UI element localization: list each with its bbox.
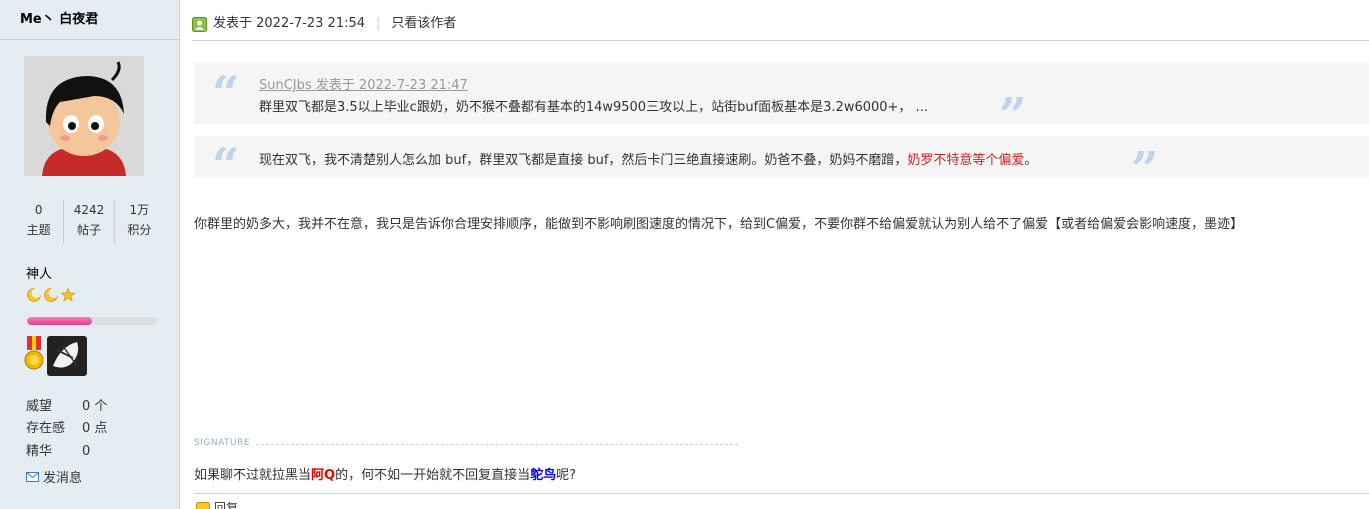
badge-icon[interactable] [47,336,87,376]
presence-label: 存在感 [26,421,66,436]
meta-separator: | [376,16,381,31]
sig-highlight-red: 阿Q [311,468,336,483]
avatar[interactable] [24,56,144,176]
quote-block-1: “ SunCJbs 发表于 2022-7-23 21:47 群里双飞都是3.5以… [194,62,1369,140]
sig-part-1: 如果聊不过就拉黑当 [194,468,312,483]
signature-divider [256,444,738,445]
stat-topics[interactable]: 0 主题 [14,200,65,244]
header-divider [192,40,1369,41]
quote-2-highlight: 奶罗不特意等个偏爱 [907,153,1025,168]
level-progress-bar [27,317,157,325]
stat-posts-count: 4242 [73,203,105,217]
stat-topics-count: 0 [34,203,43,217]
stat-points-label: 积分 [127,223,152,237]
quote-2-end: 。 [1024,153,1038,168]
send-message-label: 发消息 [43,471,83,486]
reputation-label: 威望 [26,399,53,414]
reputation-value: 0 个 [82,399,108,414]
open-quote-icon: “ [212,138,240,194]
medal-icon[interactable] [24,336,44,372]
close-quote-icon: ” [999,88,1027,144]
moon-icon [44,288,59,302]
signature-text: 如果聊不过就拉黑当阿Q的，何不如一开始就不回复直接当鸵鸟呢? [194,464,576,483]
level-stars [26,287,76,303]
presence-value: 0 点 [82,421,108,436]
stat-posts-label: 帖子 [76,223,101,237]
quote-1-text: 群里双飞都是3.5以上毕业c跟奶，奶不猴不叠都有基本的14w9500三攻以上，站… [259,100,928,115]
close-quote-icon: ” [1131,142,1159,198]
post-actions: 回复 [196,499,238,509]
digest-value: 0 [82,444,91,459]
level-progress-fill [27,317,92,325]
author-sidebar: Me丶 白夜君 0 主题 4242 帖子 1万 积分 神人 威望 0 个 存在感… [0,0,180,509]
user-rank: 神人 [26,267,53,282]
reply-icon [196,501,210,509]
user-stats: 0 主题 4242 帖子 1万 积分 [14,200,164,244]
stat-posts[interactable]: 4242 帖子 [64,200,115,244]
reputation-row: 威望 0 个 [26,395,107,414]
footer-divider [194,493,1369,494]
post-body: 你群里的奶多大，我并不在意，我只是告诉你合理安排顺序，能做到不影响刷图速度的情况… [194,217,1244,232]
digest-row: 精华 0 [26,440,90,459]
stat-points-count: 1万 [129,203,150,217]
signature-label: SIGNATURE [194,438,251,448]
star-icon [60,287,76,302]
user-post-icon [192,16,207,32]
reply-button[interactable]: 回复 [196,499,238,509]
quote-block-2: “ 现在双飞，我不清楚别人怎么加 buf，群里双飞都是直接 buf，然后卡门三绝… [194,136,1369,194]
sig-part-2: 的，何不如一开始就不回复直接当 [335,468,531,483]
post-meta-bar: 发表于 2022-7-23 21:54 | 只看该作者 [192,8,456,40]
stat-points[interactable]: 1万 积分 [115,200,164,244]
only-author-link[interactable]: 只看该作者 [391,7,456,41]
post-content: 发表于 2022-7-23 21:54 | 只看该作者 “ SunCJbs 发表… [180,0,1369,509]
quote-author-meta[interactable]: SunCJbs 发表于 2022-7-23 21:47 [259,74,468,93]
post-timestamp: 发表于 2022-7-23 21:54 [213,16,366,31]
forum-post: Me丶 白夜君 0 主题 4242 帖子 1万 积分 神人 威望 0 个 存在感… [0,0,1369,509]
sig-highlight-blue: 鸵鸟 [530,468,557,483]
moon-icon [27,288,42,302]
avatar-image [24,56,144,176]
quote-2-main: 现在双飞，我不清楚别人怎么加 buf，群里双飞都是直接 buf，然后卡门三绝直接… [259,153,908,168]
envelope-icon [26,471,39,482]
digest-label: 精华 [26,444,53,459]
stat-topics-label: 主题 [26,223,51,237]
author-name[interactable]: Me丶 白夜君 [0,0,179,40]
open-quote-icon: “ [212,66,240,122]
sig-part-3: 呢? [556,468,577,483]
medals [24,336,87,376]
presence-row: 存在感 0 点 [26,417,107,436]
quote-2-text: 现在双飞，我不清楚别人怎么加 buf，群里双飞都是直接 buf，然后卡门三绝直接… [259,149,1037,168]
send-message-link[interactable]: 发消息 [26,467,82,486]
reply-label: 回复 [214,501,239,509]
